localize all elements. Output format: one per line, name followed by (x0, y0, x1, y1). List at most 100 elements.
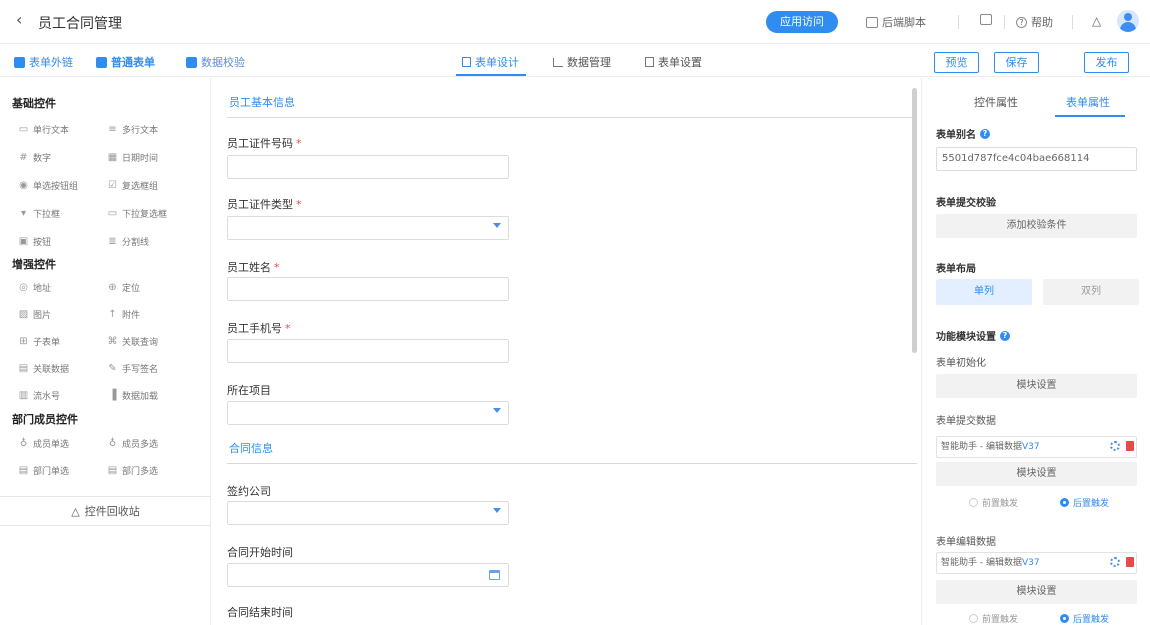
layout-single-button[interactable]: 单列 (936, 279, 1032, 305)
employee-name-input[interactable] (227, 277, 509, 301)
section-employee-info[interactable]: 员工基本信息 (227, 88, 917, 118)
user-icon: ♁ (19, 438, 28, 449)
location-pin-icon: ◎ (19, 282, 28, 293)
control-label: 部门单选 (33, 467, 70, 477)
section-contract-info[interactable]: 合同信息 (227, 434, 917, 464)
control-signature[interactable]: ✎ 手写签名 (107, 362, 158, 375)
divider (1072, 15, 1073, 29)
crosshair-icon: ⊕ (108, 282, 117, 293)
form-alias-input[interactable]: 5501d787fce4c04bae668114 (936, 147, 1137, 171)
tab-control-props[interactable]: 控件属性 (974, 94, 1018, 110)
properties-panel: 控件属性 表单属性 表单别名? 5501d787fce4c04bae668114… (921, 78, 1150, 625)
control-checkbox-group[interactable]: ☑ 复选框组 (107, 179, 158, 192)
control-related-data[interactable]: ▤ 关联数据 (18, 362, 69, 375)
link-icon (14, 56, 25, 68)
tab-data-management[interactable]: 数据管理 (553, 54, 611, 70)
control-address[interactable]: ◎ 地址 (18, 281, 51, 294)
control-button[interactable]: ▣ 按钮 (18, 235, 51, 248)
control-single-text[interactable]: ▭ 单行文本 (18, 123, 69, 136)
layout-double-button[interactable]: 双列 (1043, 279, 1139, 305)
control-member-multi[interactable]: ♁ 成员多选 (107, 437, 158, 450)
edit-pre-trigger-radio[interactable]: 前置触发 (969, 612, 1018, 625)
project-select[interactable] (227, 401, 509, 425)
tab-form-settings[interactable]: 表单设置 (645, 54, 702, 70)
question-circle-icon[interactable]: ? (980, 128, 990, 139)
radio-icon (969, 498, 978, 507)
publish-button[interactable]: 发布 (1084, 52, 1129, 73)
control-image[interactable]: ▨ 图片 (18, 308, 51, 321)
preview-page-button[interactable] (980, 14, 992, 25)
edit-post-trigger-radio[interactable]: 后置触发 (1060, 612, 1109, 625)
id-number-input[interactable] (227, 155, 509, 179)
control-label: 关联查询 (122, 338, 159, 348)
qr-code-icon (980, 14, 992, 25)
start-date-picker[interactable] (227, 563, 509, 587)
init-module-button[interactable]: 模块设置 (936, 374, 1137, 398)
control-attachment[interactable]: ↑ 附件 (107, 308, 140, 321)
chevron-down-icon (493, 223, 501, 228)
control-data-load[interactable]: ▐ 数据加载 (107, 389, 158, 402)
avatar[interactable] (1117, 10, 1139, 32)
id-type-select[interactable] (227, 216, 509, 240)
company-select[interactable] (227, 501, 509, 525)
control-position[interactable]: ⊕ 定位 (107, 281, 140, 294)
calendar-icon (489, 570, 500, 580)
trash-icon[interactable] (1126, 441, 1134, 451)
app-access-button[interactable]: 应用访问 (766, 11, 838, 33)
top-bar: ‹ 员工合同管理 应用访问 后端脚本 ? 帮助 △ (0, 0, 1150, 44)
attachment-icon: ↑ (108, 309, 117, 320)
control-member-single[interactable]: ♁ 成员单选 (18, 437, 69, 450)
edit-data-module-row[interactable]: 智能助手 - 编辑数据V37 (936, 552, 1137, 574)
submit-data-module-row[interactable]: 智能助手 - 编辑数据V37 (936, 436, 1137, 458)
control-label: 单选按钮组 (33, 182, 79, 192)
control-palette: 基础控件 ▭ 单行文本 ≡ 多行文本 # 数字 ▦ 日期时间 ◉ 单选按钮组 ☑ 复选框组 … (0, 78, 211, 625)
question-circle-icon[interactable]: ? (1000, 330, 1010, 341)
edit-module-button[interactable]: 模块设置 (936, 580, 1137, 604)
tab-form-design[interactable]: 表单设计 (462, 54, 519, 70)
users-icon: ♁ (108, 438, 117, 449)
control-recycle-bin[interactable]: △ 控件回收站 (0, 496, 211, 526)
control-multi-text[interactable]: ≡ 多行文本 (107, 123, 158, 136)
gear-icon[interactable] (1110, 441, 1120, 451)
control-dept-multi[interactable]: ▤ 部门多选 (107, 464, 158, 477)
submit-post-trigger-radio[interactable]: 后置触发 (1060, 496, 1109, 509)
field-label-text: 所在项目 (227, 384, 271, 397)
help-button[interactable]: ? 帮助 (1016, 14, 1053, 30)
help-label: 帮助 (1031, 16, 1053, 29)
data-check-link[interactable]: 数据校验 (186, 54, 245, 70)
tab-form-props[interactable]: 表单属性 (1066, 94, 1110, 110)
field-label-text: 员工姓名 (227, 261, 271, 274)
chart-icon (553, 57, 563, 67)
trash-icon[interactable] (1126, 557, 1134, 567)
submit-pre-trigger-radio[interactable]: 前置触发 (969, 496, 1018, 509)
normal-form-link[interactable]: 普通表单 (96, 54, 155, 70)
form-external-link[interactable]: 表单外链 (14, 54, 73, 70)
control-datetime[interactable]: ▦ 日期时间 (107, 151, 158, 164)
control-subform[interactable]: ⊞ 子表单 (18, 335, 60, 348)
form-alias-title: 表单别名? (936, 126, 990, 141)
control-label: 子表单 (33, 338, 61, 348)
active-tab-indicator (456, 74, 526, 76)
chevron-left-icon[interactable]: ‹ (16, 10, 22, 29)
employee-phone-input[interactable] (227, 339, 509, 363)
divider (958, 15, 959, 29)
control-radio-group[interactable]: ◉ 单选按钮组 (18, 179, 78, 192)
control-related-query[interactable]: ⌘ 关联查询 (107, 335, 159, 348)
field-label-text: 员工手机号 (227, 322, 282, 335)
backend-script-button[interactable]: 后端脚本 (866, 14, 926, 30)
canvas-scrollbar[interactable] (912, 88, 917, 353)
submit-module-button[interactable]: 模块设置 (936, 462, 1137, 486)
control-dropdown-multi[interactable]: ▭ 下拉复选框 (107, 207, 167, 220)
control-dropdown[interactable]: ▾ 下拉框 (18, 207, 60, 220)
preview-button[interactable]: 预览 (934, 52, 979, 73)
save-button[interactable]: 保存 (994, 52, 1039, 73)
control-serial-number[interactable]: ▥ 流水号 (18, 389, 60, 402)
control-number[interactable]: # 数字 (18, 151, 51, 164)
control-label: 按钮 (33, 238, 52, 248)
bell-icon[interactable]: △ (1092, 14, 1101, 28)
control-divider[interactable]: ≣ 分割线 (107, 235, 149, 248)
settings-icon (645, 57, 654, 67)
add-check-button[interactable]: 添加校验条件 (936, 214, 1137, 238)
gear-icon[interactable] (1110, 557, 1120, 567)
control-dept-single[interactable]: ▤ 部门单选 (18, 464, 69, 477)
